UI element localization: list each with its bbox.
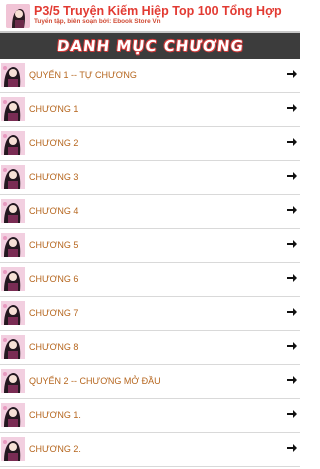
book-cover-thumbnail-icon	[1, 369, 25, 393]
chapter-label: QUYỂN 2 -- CHƯƠNG MỞ ĐẦU	[29, 376, 161, 386]
arrow-right-icon	[287, 342, 297, 350]
chapter-label: QUYỂN 1 -- TỰ CHƯƠNG	[29, 70, 137, 80]
chapter-row[interactable]: CHƯƠNG 6	[0, 263, 300, 297]
chapter-row[interactable]: CHƯƠNG 5	[0, 229, 300, 263]
arrow-right-icon	[287, 172, 297, 180]
book-cover-thumbnail-icon	[1, 403, 25, 427]
book-cover-thumbnail-icon	[1, 63, 25, 87]
arrow-right-icon	[287, 376, 297, 384]
chapter-row[interactable]: CHƯƠNG 4	[0, 195, 300, 229]
chapter-label: CHƯƠNG 2.	[29, 444, 81, 454]
book-cover-thumbnail-icon	[1, 165, 25, 189]
arrow-right-icon	[287, 240, 297, 248]
arrow-right-icon	[287, 308, 297, 316]
book-cover-thumbnail-icon	[1, 199, 25, 223]
book-cover-thumbnail-icon	[1, 233, 25, 257]
arrow-right-icon	[287, 444, 297, 452]
chapter-label: CHƯƠNG 4	[29, 206, 79, 216]
book-cover-thumbnail-icon	[1, 131, 25, 155]
chapter-label: CHƯƠNG 3	[29, 172, 79, 182]
chapter-row[interactable]: CHƯƠNG 7	[0, 297, 300, 331]
chapter-row[interactable]: CHƯƠNG 2.	[0, 433, 300, 467]
book-cover-thumbnail-icon	[1, 97, 25, 121]
chapter-row[interactable]: CHƯƠNG 8	[0, 331, 300, 365]
chapter-row[interactable]: QUYỂN 2 -- CHƯƠNG MỞ ĐẦU	[0, 365, 300, 399]
chapter-label: CHƯƠNG 7	[29, 308, 79, 318]
banner-title: DANH MỤC CHƯƠNG	[55, 37, 245, 55]
book-cover-thumbnail-icon	[1, 335, 25, 359]
arrow-right-icon	[287, 70, 297, 78]
app-title: P3/5 Truyện Kiếm Hiệp Top 100 Tổng Hợp	[34, 4, 282, 18]
arrow-right-icon	[287, 104, 297, 112]
arrow-right-icon	[287, 206, 297, 214]
book-cover-thumbnail-icon	[1, 267, 25, 291]
chapter-row[interactable]: CHƯƠNG 3	[0, 161, 300, 195]
book-cover-thumbnail-icon	[1, 301, 25, 325]
app-header: P3/5 Truyện Kiếm Hiệp Top 100 Tổng Hợp T…	[0, 0, 300, 33]
arrow-right-icon	[287, 138, 297, 146]
chapter-label: CHƯƠNG 2	[29, 138, 79, 148]
chapter-row[interactable]: QUYỂN 1 -- TỰ CHƯƠNG	[0, 59, 300, 93]
chapter-label: CHƯƠNG 5	[29, 240, 79, 250]
arrow-right-icon	[287, 410, 297, 418]
chapter-label: CHƯƠNG 1.	[29, 410, 81, 420]
chapter-label: CHƯƠNG 8	[29, 342, 79, 352]
chapter-row[interactable]: CHƯƠNG 1.	[0, 399, 300, 433]
chapter-label: CHƯƠNG 1	[29, 104, 79, 114]
chapter-row[interactable]: CHƯƠNG 2	[0, 127, 300, 161]
chapter-row[interactable]: CHƯƠNG 1	[0, 93, 300, 127]
chapter-list-banner: DANH MỤC CHƯƠNG	[0, 33, 300, 59]
chapter-label: CHƯƠNG 6	[29, 274, 79, 284]
app-icon	[6, 4, 30, 28]
arrow-right-icon	[287, 274, 297, 282]
chapter-list: QUYỂN 1 -- TỰ CHƯƠNG CHƯƠNG 1 CHƯƠNG 2 C…	[0, 59, 300, 467]
app-subtitle: Tuyển tập, biên soạn bởi: Ebook Store Vn	[34, 18, 161, 25]
book-cover-thumbnail-icon	[1, 437, 25, 461]
